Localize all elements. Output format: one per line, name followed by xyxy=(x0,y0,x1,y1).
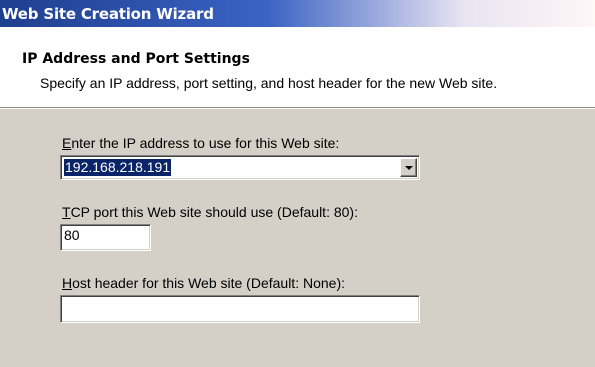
page-heading: IP Address and Port Settings xyxy=(22,51,250,67)
page-subheading: Specify an IP address, port setting, and… xyxy=(40,75,498,91)
tcp-port-value: 80 xyxy=(64,227,80,243)
tcp-port-label: TCP port this Web site should use (Defau… xyxy=(62,204,358,220)
ip-address-label-mnemonic: E xyxy=(62,135,72,151)
wizard-title-bar[interactable]: Web Site Creation Wizard xyxy=(0,0,595,27)
ip-address-label-text: nter the IP address to use for this Web … xyxy=(71,135,340,151)
ip-address-label: Enter the IP address to use for this Web… xyxy=(62,135,339,151)
tcp-port-field[interactable]: 80 xyxy=(60,224,151,251)
ip-address-value: 192.168.218.191 xyxy=(64,159,172,176)
wizard-body: Enter the IP address to use for this Web… xyxy=(0,109,595,367)
host-header-label-text: ost header for this Web site (Default: N… xyxy=(72,275,345,291)
chevron-down-icon xyxy=(405,166,413,170)
host-header-label-mnemonic: H xyxy=(62,275,73,291)
tcp-port-label-mnemonic: T xyxy=(62,204,71,220)
ip-address-combobox[interactable]: 192.168.218.191 xyxy=(60,155,420,180)
window-title: Web Site Creation Wizard xyxy=(2,5,214,23)
host-header-field[interactable] xyxy=(60,295,420,323)
tcp-port-label-text: CP port this Web site should use (Defaul… xyxy=(70,204,358,220)
wizard-header: IP Address and Port Settings Specify an … xyxy=(0,27,595,107)
ip-address-dropdown-button[interactable] xyxy=(400,158,417,177)
host-header-label: Host header for this Web site (Default: … xyxy=(62,275,345,291)
